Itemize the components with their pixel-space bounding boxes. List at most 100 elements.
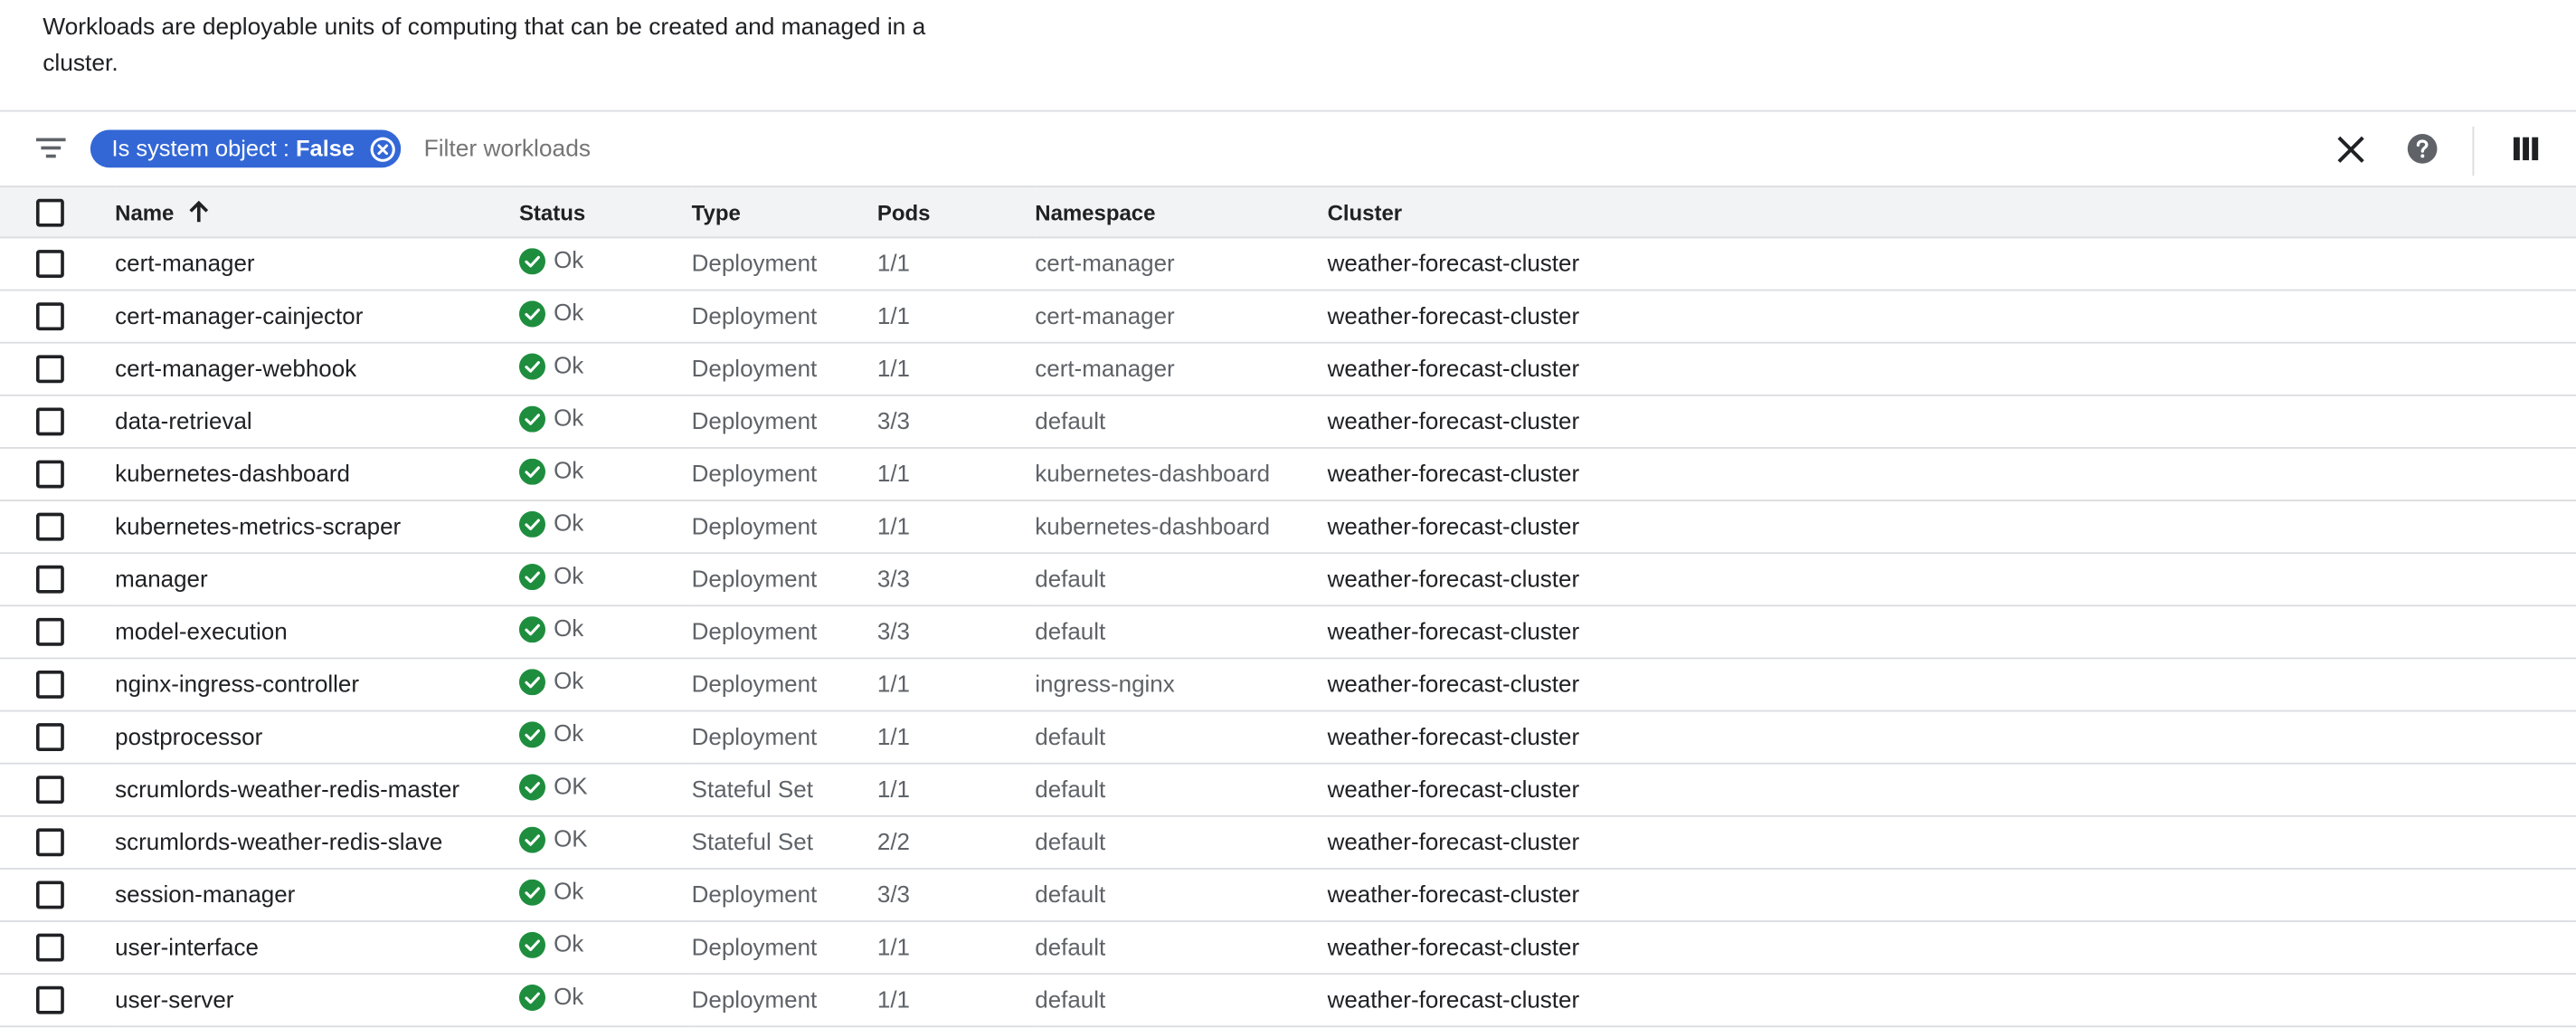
namespace-cell[interactable]: default [1035, 395, 1327, 448]
cluster-cell[interactable]: weather-forecast-cluster [1328, 921, 2576, 974]
workload-name-link[interactable]: user-interface [115, 921, 519, 974]
table-row[interactable]: user-server Ok Deployment 1/1 default weather… [0, 974, 2576, 1027]
row-checkbox[interactable] [35, 776, 64, 804]
status-badge: Ok [518, 668, 583, 695]
row-checkbox[interactable] [35, 933, 64, 962]
workload-name-link[interactable]: cert-manager-cainjector [115, 290, 519, 343]
namespace-cell[interactable]: default [1035, 869, 1327, 921]
cluster-cell[interactable]: weather-forecast-cluster [1328, 290, 2576, 343]
close-icon[interactable] [2334, 133, 2367, 166]
table-row[interactable]: kubernetes-dashboard Ok Deployment 1/1 kuber… [0, 448, 2576, 501]
workload-name-link[interactable]: kubernetes-metrics-scraper [115, 500, 519, 553]
column-header-name[interactable]: Name [115, 186, 519, 237]
namespace-cell[interactable]: ingress-nginx [1035, 658, 1327, 710]
table-row[interactable]: session-manager Ok Deployment 3/3 default wea… [0, 869, 2576, 922]
filter-list-icon[interactable] [35, 137, 66, 159]
row-checkbox[interactable] [35, 302, 64, 331]
workload-name-link[interactable]: model-execution [115, 605, 519, 658]
status-cell: Ok [518, 553, 692, 605]
table-row[interactable]: cert-manager-webhook Ok Deployment 1/1 cert-… [0, 343, 2576, 395]
row-checkbox[interactable] [35, 723, 64, 752]
status-badge: OK [518, 773, 588, 800]
namespace-cell[interactable]: default [1035, 605, 1327, 658]
cluster-cell[interactable]: weather-forecast-cluster [1328, 605, 2576, 658]
namespace-cell[interactable]: default [1035, 711, 1327, 764]
namespace-cell[interactable]: kubernetes-dashboard [1035, 500, 1327, 553]
table-row[interactable]: cert-manager Ok Deployment 1/1 cert-manager w… [0, 237, 2576, 290]
namespace-cell[interactable]: default [1035, 553, 1327, 605]
workload-name-link[interactable]: kubernetes-dashboard [115, 448, 519, 500]
row-checkbox[interactable] [35, 355, 64, 384]
cluster-cell[interactable]: weather-forecast-cluster [1328, 500, 2576, 553]
cluster-cell[interactable]: weather-forecast-cluster [1328, 658, 2576, 710]
filter-chip-system-object[interactable]: Is system object : False [90, 129, 401, 168]
workload-name-link[interactable]: cert-manager-webhook [115, 343, 519, 395]
column-header-type[interactable]: Type [692, 186, 877, 237]
table-row[interactable]: postprocessor Ok Deployment 1/1 default weath… [0, 711, 2576, 764]
table-row[interactable]: model-execution Ok Deployment 3/3 default wea… [0, 605, 2576, 659]
table-row[interactable]: kubernetes-metrics-scraper Ok Deployment 1/… [0, 500, 2576, 554]
workload-name-link[interactable]: nginx-ingress-controller [115, 658, 519, 710]
namespace-cell[interactable]: default [1035, 974, 1327, 1026]
table-row[interactable]: scrumlords-weather-redis-master OK Statefu… [0, 764, 2576, 816]
column-header-status[interactable]: Status [519, 186, 692, 237]
namespace-cell[interactable]: default [1035, 921, 1327, 974]
cluster-cell[interactable]: weather-forecast-cluster [1328, 974, 2576, 1026]
view-column-icon[interactable] [2512, 135, 2540, 163]
workload-name-link[interactable]: user-server [115, 974, 519, 1026]
row-checkbox[interactable] [35, 565, 64, 594]
namespace-cell[interactable]: default [1035, 816, 1327, 869]
cluster-cell[interactable]: weather-forecast-cluster [1328, 869, 2576, 921]
cancel-circle-icon[interactable] [369, 136, 395, 162]
status-badge: Ok [518, 509, 583, 538]
table-row[interactable]: scrumlords-weather-redis-slave OK Stateful… [0, 816, 2576, 869]
row-checkbox[interactable] [35, 671, 64, 699]
filter-workloads-input[interactable] [423, 129, 1410, 168]
cluster-cell[interactable]: weather-forecast-cluster [1328, 711, 2576, 764]
workload-name-link[interactable]: session-manager [115, 869, 519, 921]
workload-name-link[interactable]: manager [115, 553, 519, 605]
row-checkbox[interactable] [35, 512, 64, 541]
row-checkbox[interactable] [35, 250, 64, 278]
help-circle-icon[interactable] [2407, 133, 2439, 165]
workload-name-link[interactable]: data-retrieval [115, 395, 519, 448]
status-text: Ok [554, 247, 584, 274]
column-header-pods[interactable]: Pods [877, 186, 1035, 237]
check-circle-icon [518, 984, 546, 1011]
arrow-upward-icon[interactable] [187, 199, 210, 223]
row-checkbox[interactable] [35, 407, 64, 436]
cluster-cell[interactable]: weather-forecast-cluster [1328, 237, 2576, 290]
namespace-cell[interactable]: cert-manager [1035, 343, 1327, 395]
cluster-cell[interactable]: weather-forecast-cluster [1328, 553, 2576, 605]
cluster-cell[interactable]: weather-forecast-cluster [1328, 764, 2576, 816]
namespace-cell[interactable]: cert-manager [1035, 237, 1327, 290]
cluster-cell[interactable]: weather-forecast-cluster [1328, 448, 2576, 500]
row-checkbox[interactable] [35, 985, 64, 1014]
namespace-cell[interactable]: cert-manager [1035, 290, 1327, 343]
column-header-namespace[interactable]: Namespace [1035, 186, 1327, 237]
table-row[interactable]: nginx-ingress-controller Ok Deployment 1/1 i… [0, 658, 2576, 711]
type-cell: Deployment [691, 303, 818, 330]
table-row[interactable]: user-interface Ok Deployment 1/1 default weat… [0, 921, 2576, 975]
table-row[interactable]: manager Ok Deployment 3/3 default weather-for… [0, 553, 2576, 606]
table-row[interactable]: data-retrieval Ok Deployment 3/3 default weat… [0, 395, 2576, 448]
row-checkbox[interactable] [35, 460, 64, 489]
status-cell: Ok [518, 500, 692, 553]
status-badge: Ok [518, 405, 583, 432]
table-row[interactable]: cert-manager-cainjector Ok Deployment 1/1 ce… [0, 290, 2576, 343]
row-checkbox[interactable] [35, 880, 64, 909]
row-checkbox[interactable] [35, 828, 64, 857]
workload-name-link[interactable]: scrumlords-weather-redis-master [115, 764, 519, 816]
select-all-checkbox[interactable] [35, 197, 64, 226]
workload-name-link[interactable]: scrumlords-weather-redis-slave [115, 816, 519, 869]
cluster-cell[interactable]: weather-forecast-cluster [1328, 395, 2576, 448]
cluster-cell[interactable]: weather-forecast-cluster [1328, 343, 2576, 395]
namespace-cell[interactable]: default [1035, 764, 1327, 816]
workload-name-link[interactable]: cert-manager [115, 237, 519, 290]
workload-name-link[interactable]: postprocessor [115, 711, 519, 764]
row-checkbox[interactable] [35, 617, 64, 646]
column-header-cluster[interactable]: Cluster [1328, 186, 2576, 237]
cluster-cell[interactable]: weather-forecast-cluster [1328, 816, 2576, 869]
namespace-cell[interactable]: kubernetes-dashboard [1035, 448, 1327, 500]
row-select-cell [0, 553, 115, 605]
